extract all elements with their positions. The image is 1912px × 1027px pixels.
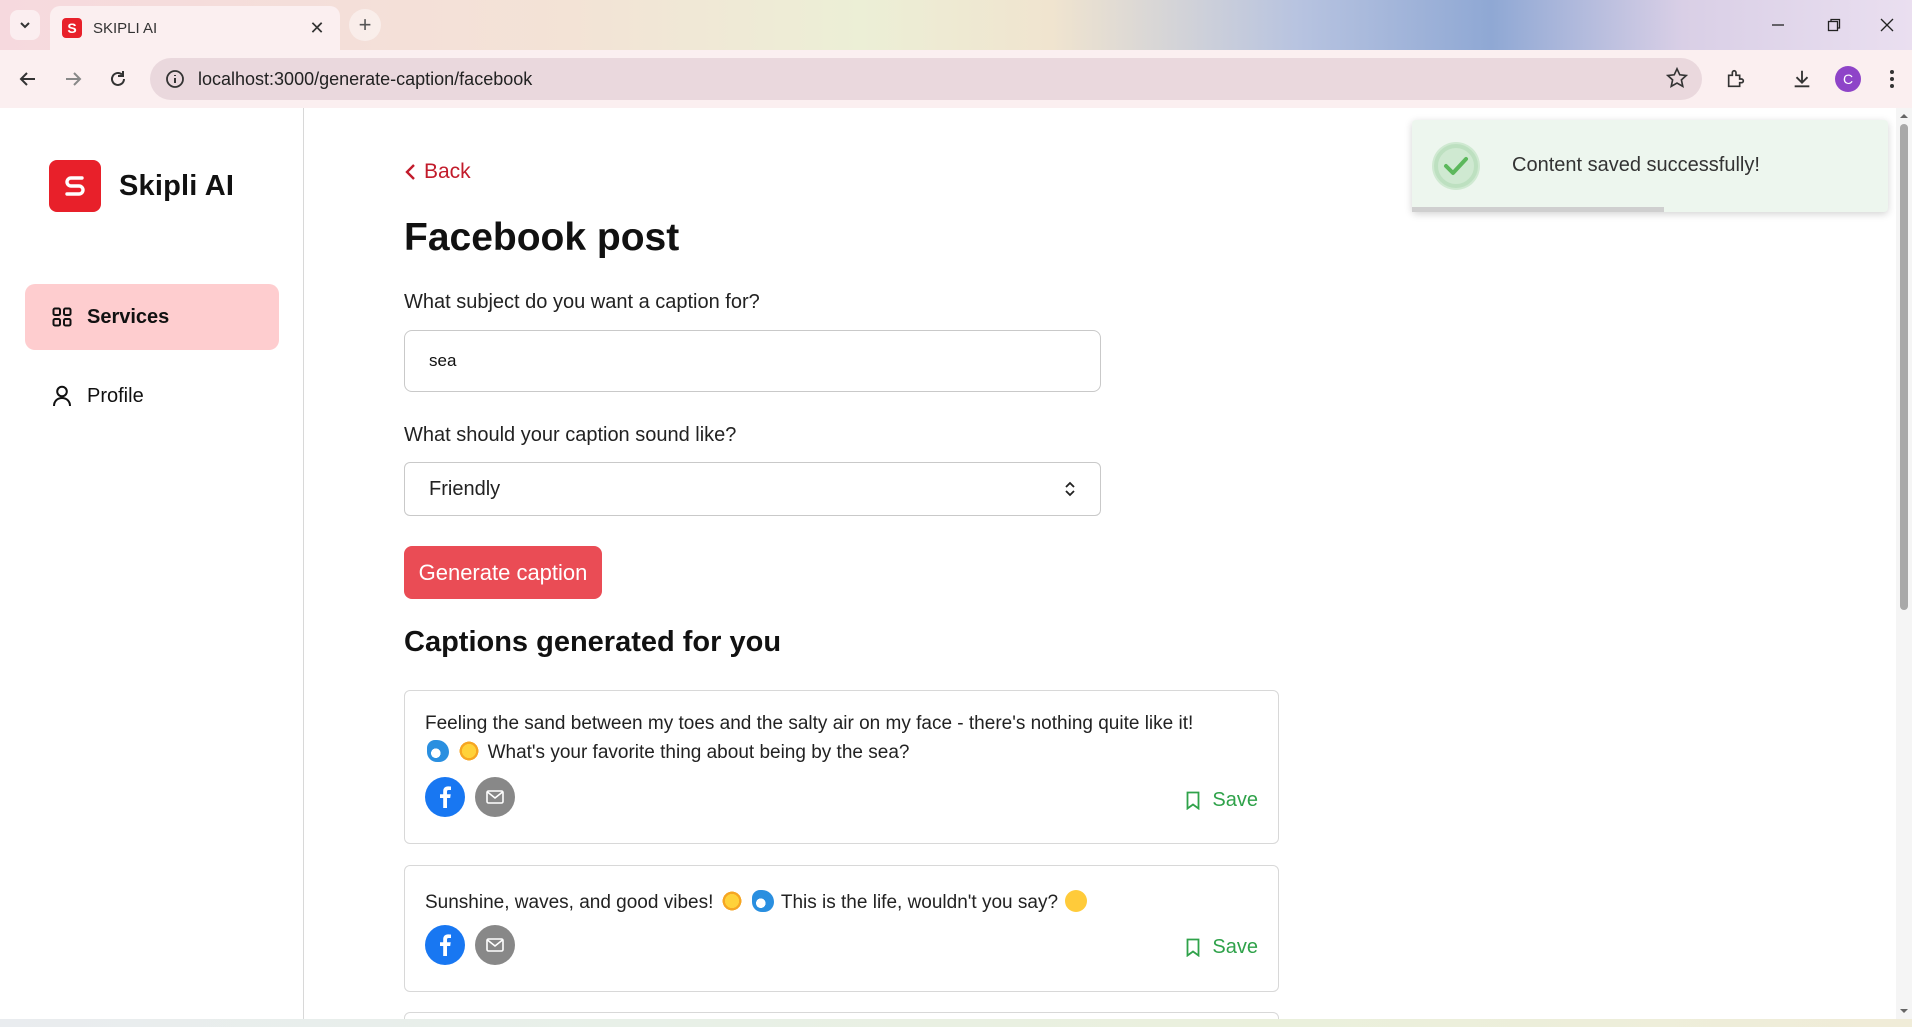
caption-line: What's your favorite thing about being b… [487,742,910,763]
save-label: Save [1212,936,1258,958]
browser-tab-bar: S SKIPLI AI ✕ + [0,0,1912,50]
forward-nav-button[interactable] [55,61,91,97]
subject-label: What subject do you want a caption for? [404,291,760,313]
avatar: C [1835,66,1861,92]
save-button[interactable]: Save [1186,936,1258,959]
save-button[interactable]: Save [1186,789,1258,812]
minimize-button[interactable] [1750,0,1806,50]
success-toast[interactable]: Content saved successfully! [1412,120,1888,212]
site-info-icon[interactable] [154,58,196,100]
arrow-left-icon [19,72,35,86]
profile-button[interactable]: C [1830,61,1866,97]
wave-emoji-icon [427,740,449,762]
chevron-down-icon [20,22,30,29]
bookmark-icon [1187,938,1200,957]
tone-label: What should your caption sound like? [404,424,737,446]
brand[interactable]: Skipli AI [49,160,234,212]
bookmark-icon [1187,791,1200,810]
main-content: Back Facebook post What subject do you w… [304,108,1904,1027]
tab-title: SKIPLI AI [93,19,158,37]
back-link[interactable]: Back [404,160,471,184]
chevron-left-icon [405,164,415,180]
close-tab-icon[interactable]: ✕ [306,18,328,39]
address-bar[interactable]: localhost:3000/generate-caption/facebook [150,58,1702,100]
caption-text: Sunshine, waves, and good vibes! This is… [425,888,1260,917]
grid-icon [51,306,73,328]
sidebar: Skipli AI Services Profile [0,108,304,1019]
close-icon [1880,18,1894,32]
back-label: Back [424,160,471,183]
user-icon [51,385,73,407]
scroll-up-icon[interactable] [1896,110,1912,122]
sidebar-item-label: Profile [87,384,144,407]
share-facebook-button[interactable] [425,925,465,965]
mail-icon [486,790,504,804]
page-title: Facebook post [404,216,680,259]
subject-input[interactable] [404,330,1101,392]
caption-line: Sunshine, waves, and good vibes! [425,892,714,913]
url-text: localhost:3000/generate-caption/facebook [198,68,533,89]
sidebar-item-profile[interactable]: Profile [25,363,279,429]
arrow-right-icon [66,72,82,86]
extensions-icon[interactable] [1718,61,1754,97]
wave-emoji-icon [751,890,774,912]
share-email-button[interactable] [475,925,515,965]
skipli-logo-icon [49,160,101,212]
caption-line: This is the life, wouldn't you say? [780,892,1059,913]
toast-progress-bar [1412,207,1665,212]
new-tab-button[interactable]: + [349,9,381,41]
facebook-icon [440,934,451,956]
browser-tab[interactable]: S SKIPLI AI ✕ [50,6,340,50]
sidebar-item-label: Services [87,305,170,328]
tab-search-dropdown[interactable] [10,10,40,40]
page-scrollbar[interactable] [1896,108,1912,1019]
caption-line: Feeling the sand between my toes and the… [425,713,1194,734]
share-facebook-button[interactable] [425,777,465,817]
back-nav-button[interactable] [10,61,46,97]
download-icon[interactable] [1784,61,1820,97]
page-viewport: Skipli AI Services Profile Back Facebook… [0,108,1912,1027]
save-label: Save [1212,789,1258,811]
brand-name: Skipli AI [119,169,235,202]
reload-icon [111,71,125,86]
skipli-favicon-icon: S [62,18,82,38]
window-bottom-edge [0,1019,1912,1027]
bookmark-star-icon[interactable] [1665,66,1689,94]
facebook-icon [440,786,451,808]
select-arrows-icon [1065,481,1075,497]
reload-button[interactable] [100,61,136,97]
sun-emoji-icon [720,890,743,912]
section-title: Captions generated for you [404,626,782,658]
smiling-emoji-icon [1065,890,1088,912]
scrollbar-thumb[interactable] [1900,124,1908,610]
close-window-button[interactable] [1862,0,1912,50]
check-circle-icon [1432,142,1480,190]
scroll-down-icon[interactable] [1896,1005,1912,1017]
share-email-button[interactable] [475,777,515,817]
generate-caption-button[interactable]: Generate caption [404,546,602,599]
restore-icon [1827,18,1841,32]
tone-select[interactable]: Friendly [404,462,1101,516]
mail-icon [486,938,504,952]
restore-button[interactable] [1806,0,1862,50]
tone-selected-value: Friendly [429,477,501,500]
caption-card: Sunshine, waves, and good vibes! This is… [404,865,1279,992]
toast-message: Content saved successfully! [1512,154,1760,176]
minimize-icon [1772,24,1784,26]
caption-text: Feeling the sand between my toes and the… [425,709,1260,767]
browser-menu-icon[interactable] [1874,61,1910,97]
caption-card: Feeling the sand between my toes and the… [404,690,1279,844]
browser-toolbar: localhost:3000/generate-caption/facebook… [0,50,1912,108]
sun-emoji-icon [458,740,481,762]
sidebar-item-services[interactable]: Services [25,284,279,350]
